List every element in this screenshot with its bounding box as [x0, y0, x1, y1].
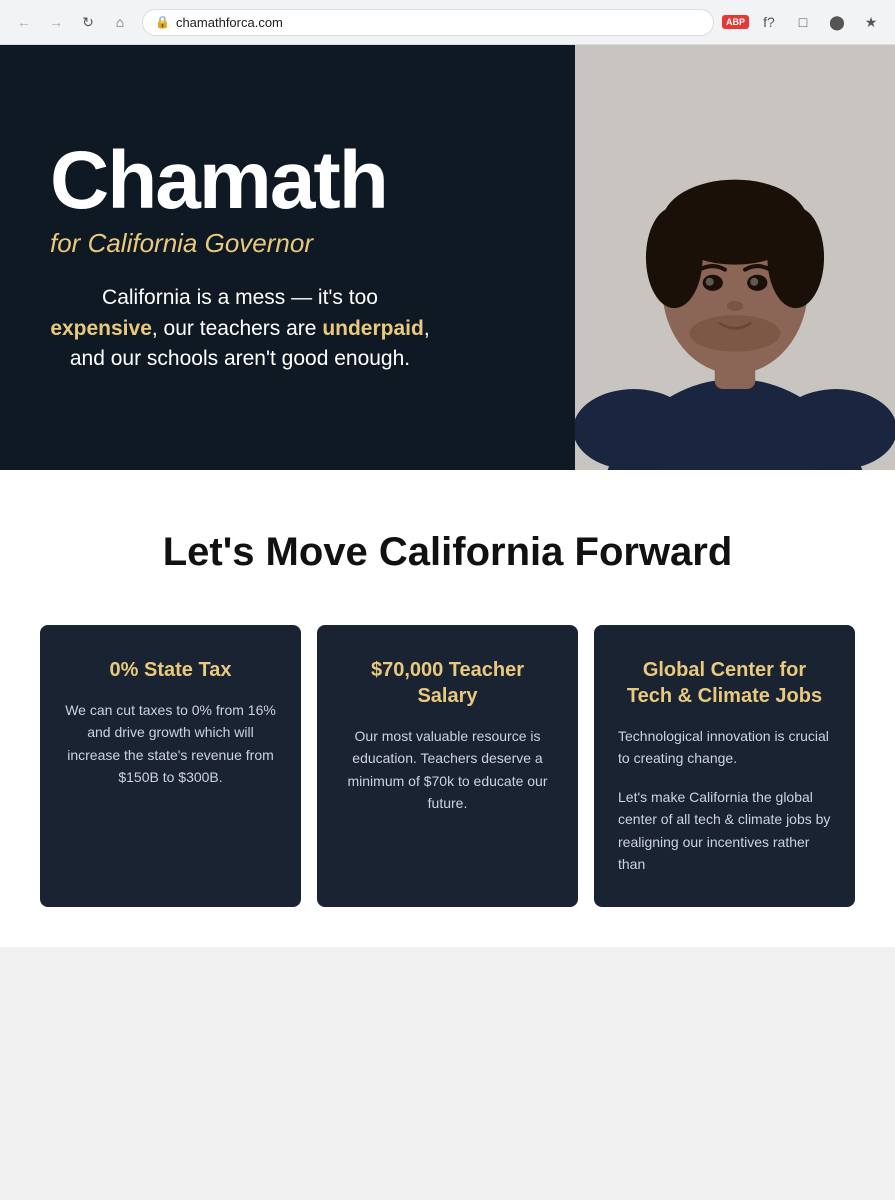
hero-title: Chamath [50, 140, 535, 222]
home-button[interactable]: ⌂ [106, 8, 134, 36]
cards-row: 0% State Tax We can cut taxes to 0% from… [40, 625, 855, 907]
teacher-card-title: $70,000 Teacher Salary [341, 657, 554, 709]
back-button[interactable]: ← [10, 8, 38, 36]
tech-card-title: Global Center for Tech & Climate Jobs [618, 657, 831, 709]
description-plain: California is a mess — it's too [102, 286, 378, 309]
lock-icon: 🔒 [155, 15, 170, 29]
tax-card-body: We can cut taxes to 0% from 16% and driv… [64, 699, 277, 789]
description-expensive: expensive [50, 317, 152, 340]
refresh-button[interactable]: ↻ [74, 8, 102, 36]
font-size-button[interactable]: f? [755, 8, 783, 36]
hero-image-side [575, 45, 895, 470]
tech-card-body1: Technological innovation is crucial to c… [618, 725, 831, 770]
browser-chrome: ← → ↻ ⌂ 🔒 chamathforca.com ABP f? □ ⬤ ★ [0, 0, 895, 45]
main-section: Let's Move California Forward 0% State T… [0, 470, 895, 947]
extension-button[interactable]: □ [789, 8, 817, 36]
page-content: Chamath for California Governor Californ… [0, 45, 895, 947]
address-bar[interactable]: 🔒 chamathforca.com [142, 9, 714, 36]
description-mid: , our teachers are [152, 317, 322, 340]
teacher-card-body: Our most valuable resource is education.… [341, 725, 554, 815]
hero-description: California is a mess — it's too expensiv… [50, 283, 430, 374]
url-text: chamathforca.com [176, 15, 701, 30]
abp-badge[interactable]: ABP [722, 15, 749, 29]
tech-card-body2: Let's make California the global center … [618, 786, 831, 876]
forward-button[interactable]: → [42, 8, 70, 36]
nav-buttons: ← → ↻ ⌂ [10, 8, 134, 36]
hero-text-side: Chamath for California Governor Californ… [0, 45, 575, 470]
tax-card: 0% State Tax We can cut taxes to 0% from… [40, 625, 301, 907]
candidate-photo [575, 45, 895, 470]
browser-actions: ABP f? □ ⬤ ★ [722, 8, 885, 36]
description-underpaid: underpaid [322, 317, 424, 340]
translate-button[interactable]: ⬤ [823, 8, 851, 36]
bookmark-button[interactable]: ★ [857, 8, 885, 36]
tech-card: Global Center for Tech & Climate Jobs Te… [594, 625, 855, 907]
tax-card-title: 0% State Tax [64, 657, 277, 683]
teacher-card: $70,000 Teacher Salary Our most valuable… [317, 625, 578, 907]
section-title: Let's Move California Forward [40, 530, 855, 575]
browser-toolbar: ← → ↻ ⌂ 🔒 chamathforca.com ABP f? □ ⬤ ★ [0, 0, 895, 44]
hero-section: Chamath for California Governor Californ… [0, 45, 895, 470]
hero-subtitle: for California Governor [50, 228, 535, 259]
